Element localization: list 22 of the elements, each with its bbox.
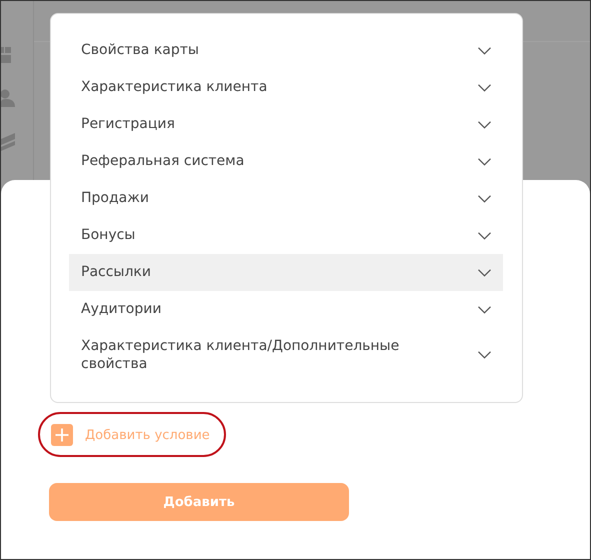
chevron-down-icon [478, 268, 491, 276]
menu-item[interactable]: Характеристика клиента/Дополнительные свойства [69, 328, 503, 382]
menu-item[interactable]: Рассылки [69, 254, 503, 291]
menu-item[interactable]: Бонусы [69, 217, 503, 254]
menu-item[interactable]: Характеристика клиента [69, 69, 503, 106]
chevron-down-icon [478, 351, 491, 360]
chevron-down-icon [478, 158, 491, 166]
grid-icon[interactable] [1, 47, 11, 63]
menu-item[interactable]: Аудитории [69, 291, 503, 328]
chevron-down-icon [478, 194, 491, 202]
person-icon[interactable] [1, 89, 15, 107]
chevron-down-icon [478, 120, 491, 128]
menu-item[interactable]: Регистрация [69, 106, 503, 143]
plus-icon [51, 424, 73, 446]
chevron-down-icon [478, 232, 491, 240]
menu-item[interactable]: Реферальная система [69, 143, 503, 180]
menu-item[interactable]: Продажи [69, 180, 503, 217]
menu-item[interactable]: Свойства карты [69, 32, 503, 69]
chevron-down-icon [478, 306, 491, 314]
chevron-down-icon [478, 84, 491, 92]
card-icon[interactable] [1, 133, 15, 151]
chevron-down-icon [478, 46, 491, 54]
